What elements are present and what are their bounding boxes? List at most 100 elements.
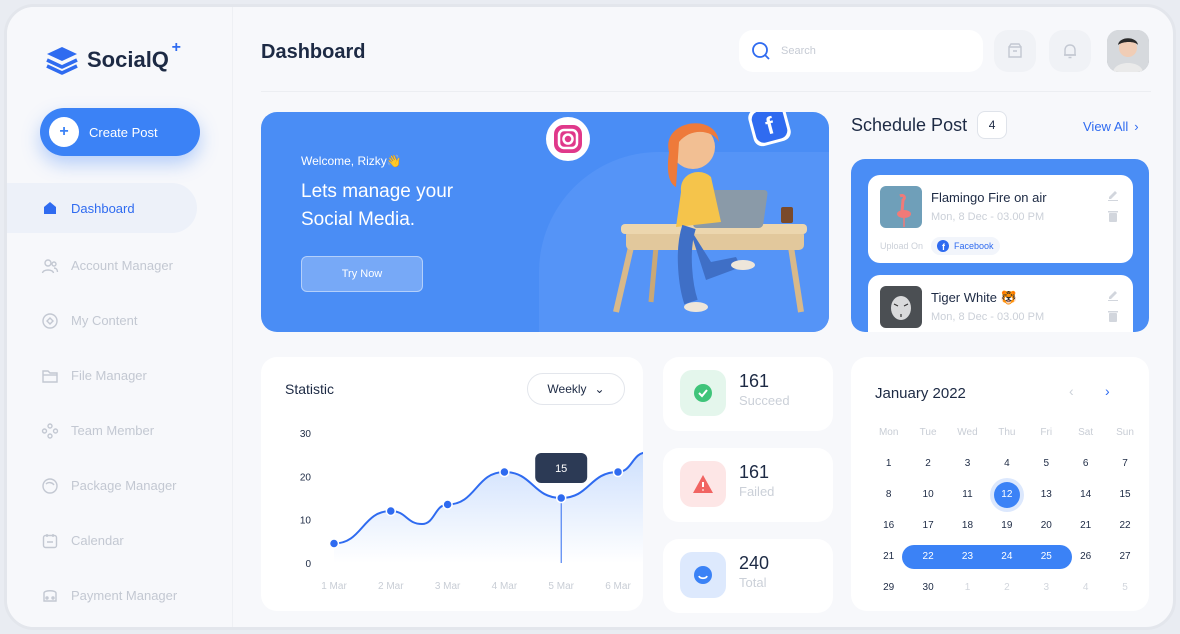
notification-button[interactable] <box>1049 30 1091 72</box>
calendar-day[interactable]: 5 <box>1027 452 1066 476</box>
calendar-day[interactable]: 21 <box>1066 514 1105 538</box>
post-time: Mon, 8 Dec - 03.00 PM <box>931 211 1045 223</box>
data-point <box>385 505 397 517</box>
calendar-day[interactable]: 13 <box>1027 483 1066 507</box>
avatar[interactable] <box>1107 30 1149 72</box>
y-tick-label: 30 <box>300 429 312 440</box>
post-actions <box>1107 189 1119 223</box>
facebook-icon: f <box>937 240 950 252</box>
sidebar-item-account-manager[interactable]: Account Manager <box>7 238 233 293</box>
main-content: Dashboard Search Welcome, Rizky👋 Lets ma… <box>233 7 1173 627</box>
wallet-icon <box>41 587 59 605</box>
trash-icon[interactable] <box>1107 309 1119 323</box>
calendar-day[interactable]: 5 <box>1105 576 1144 600</box>
bell-icon <box>1064 44 1076 59</box>
metric-failed: 161 Failed <box>663 448 833 522</box>
schedule-post-card[interactable]: Tiger White 🐯 Mon, 8 Dec - 03.00 PM <box>868 275 1133 332</box>
calendar-day[interactable]: 6 <box>1066 452 1105 476</box>
post-actions <box>1107 289 1119 323</box>
sidebar-item-team-member[interactable]: Team Member <box>7 403 233 458</box>
calendar-day[interactable]: 2 <box>908 452 947 476</box>
calendar-day[interactable]: 1 <box>948 576 987 600</box>
calendar-day[interactable]: 10 <box>908 483 947 507</box>
try-now-button[interactable]: Try Now <box>301 256 423 292</box>
sidebar-nav: Dashboard Account Manager My Content Fil… <box>7 183 233 623</box>
calendar-day[interactable]: 21 <box>869 545 908 569</box>
calendar-day[interactable]: 3 <box>948 452 987 476</box>
home-icon <box>41 199 59 217</box>
statistic-chart: 0 10 20 30 1 Mar 2 Mar 3 Mar 4 Mar 5 Mar 6 Mar 15 <box>300 429 643 592</box>
schedule-post-card[interactable]: Flamingo Fire on air Mon, 8 Dec - 03.00 … <box>868 175 1133 263</box>
sidebar-item-calendar[interactable]: Calendar <box>7 513 233 568</box>
calendar-day[interactable]: 11 <box>948 483 987 507</box>
sidebar-item-file-manager[interactable]: File Manager <box>7 348 233 403</box>
calendar-day[interactable]: 3 <box>1027 576 1066 600</box>
prev-month-icon[interactable]: ‹ <box>1069 383 1074 399</box>
calendar-day[interactable]: 2 <box>987 576 1026 600</box>
calendar-day[interactable]: 29 <box>869 576 908 600</box>
calendar-day[interactable]: 22 <box>1105 514 1144 538</box>
calendar-day[interactable]: 20 <box>1027 514 1066 538</box>
scrollbar[interactable] <box>1125 191 1128 259</box>
post-title: Flamingo Fire on air <box>931 190 1047 205</box>
view-all-link[interactable]: View All › <box>1083 119 1139 134</box>
trash-icon[interactable] <box>1107 209 1119 223</box>
x-tick-label: 4 Mar <box>492 581 518 592</box>
weekday-label: Sun <box>1116 426 1134 438</box>
search-input[interactable]: Search <box>781 45 816 57</box>
calendar-day[interactable]: 26 <box>1066 545 1105 569</box>
y-tick-label: 20 <box>300 472 312 483</box>
weekday-label: Mon <box>878 426 899 438</box>
edit-icon[interactable] <box>1107 189 1119 201</box>
facebook-icon: f <box>748 112 791 147</box>
period-dropdown[interactable]: Weekly ⌄ <box>527 373 625 405</box>
warning-icon <box>693 475 713 493</box>
calendar-day[interactable]: 18 <box>948 514 987 538</box>
calendar-day[interactable]: 24 <box>987 545 1026 569</box>
calendar-day[interactable]: 12 <box>987 481 1026 508</box>
sidebar: SocialQ + + Create Post Dashboard Account… <box>7 7 233 627</box>
tiger-thumbnail <box>880 286 922 328</box>
store-button[interactable] <box>994 30 1036 72</box>
calendar-day[interactable]: 19 <box>987 514 1026 538</box>
calendar-day[interactable]: 17 <box>908 514 947 538</box>
calendar-day[interactable]: 30 <box>908 576 947 600</box>
sidebar-item-label: File Manager <box>71 368 147 383</box>
next-month-icon[interactable]: › <box>1105 383 1110 399</box>
calendar-day[interactable]: 8 <box>869 483 908 507</box>
data-point <box>328 538 340 549</box>
weekday-label: Fri <box>1040 426 1053 438</box>
weekday-label: Wed <box>957 426 978 438</box>
calendar-day[interactable]: 16 <box>869 514 908 538</box>
check-icon <box>694 384 712 402</box>
x-tick-label: 3 Mar <box>435 581 461 592</box>
search-box[interactable]: Search <box>739 30 983 72</box>
sidebar-item-label: Team Member <box>71 423 155 438</box>
x-tick-label: 2 Mar <box>378 581 404 592</box>
calendar-day[interactable]: 1 <box>869 452 908 476</box>
sidebar-item-dashboard[interactable]: Dashboard <box>7 183 197 233</box>
weekday-label: Sat <box>1078 426 1094 438</box>
create-post-button[interactable]: + Create Post <box>40 108 200 156</box>
success-icon-box <box>680 370 726 416</box>
logo[interactable]: SocialQ + <box>45 39 181 75</box>
sidebar-item-my-content[interactable]: My Content <box>7 293 233 348</box>
calendar-day[interactable]: 4 <box>987 452 1026 476</box>
calendar-day[interactable]: 14 <box>1066 483 1105 507</box>
schedule-title: Schedule Post <box>851 114 968 135</box>
sidebar-item-package-manager[interactable]: Package Manager <box>7 458 233 513</box>
calendar-day[interactable]: 22 <box>908 545 947 569</box>
calendar-day[interactable]: 23 <box>948 545 987 569</box>
calendar-day[interactable]: 25 <box>1027 545 1066 569</box>
tooltip-value: 15 <box>555 463 567 475</box>
calendar-day[interactable]: 15 <box>1105 483 1144 507</box>
calendar-day[interactable]: 27 <box>1105 545 1144 569</box>
calendar-day[interactable]: 7 <box>1105 452 1144 476</box>
edit-icon[interactable] <box>1107 289 1119 301</box>
sidebar-item-payment-manager[interactable]: Payment Manager <box>7 568 233 623</box>
week-row: 16 17 18 19 20 21 22 <box>869 510 1145 541</box>
flamingo-thumbnail <box>880 186 922 228</box>
sidebar-item-label: Calendar <box>71 533 124 548</box>
data-point <box>612 466 624 478</box>
calendar-day[interactable]: 4 <box>1066 576 1105 600</box>
